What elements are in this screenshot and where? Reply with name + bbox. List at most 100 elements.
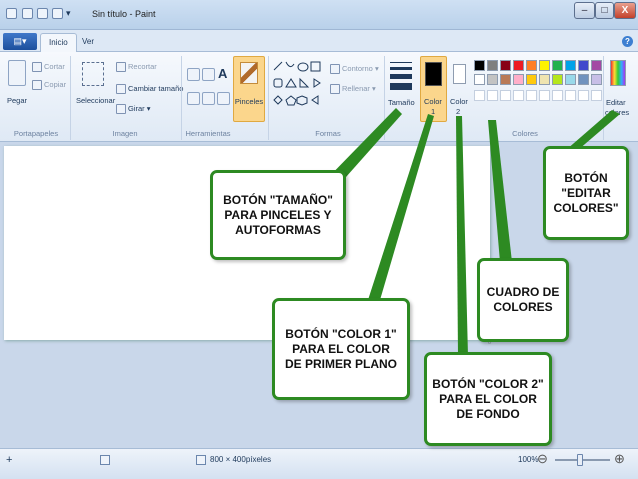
- group-label-formas: Formas: [315, 129, 341, 138]
- color-swatch[interactable]: [552, 60, 563, 71]
- custom-color-slot[interactable]: [539, 90, 550, 101]
- scissors-icon: [32, 62, 42, 73]
- color-swatch[interactable]: [487, 74, 498, 85]
- crop-button[interactable]: Recortar: [116, 62, 157, 73]
- edit-colors-label-line1[interactable]: Editar: [606, 98, 626, 107]
- tab-inicio[interactable]: Inicio: [40, 33, 77, 52]
- group-label-portapapeles: Portapapeles: [13, 129, 59, 138]
- resize-label: Cambiar tamaño: [128, 84, 184, 93]
- select-button[interactable]: Seleccionar: [76, 96, 115, 105]
- rotate-button[interactable]: Girar ▾: [116, 104, 151, 115]
- undo-icon[interactable]: [37, 8, 48, 19]
- ribbon-separator: [268, 56, 269, 140]
- color-swatch[interactable]: [487, 60, 498, 71]
- custom-color-slot[interactable]: [500, 90, 511, 101]
- paint-app-icon[interactable]: [6, 8, 17, 19]
- save-icon[interactable]: [22, 8, 33, 19]
- color-swatch[interactable]: [500, 74, 511, 85]
- color-swatch[interactable]: [591, 74, 602, 85]
- shapes-gallery[interactable]: [272, 60, 322, 114]
- redo-icon[interactable]: [52, 8, 63, 19]
- callout-color1: BOTÓN "COLOR 1" PARA EL COLOR DE PRIMER …: [272, 298, 410, 400]
- zoom-out-button[interactable]: ⊖: [537, 451, 548, 467]
- color-swatch[interactable]: [591, 60, 602, 71]
- color-swatch[interactable]: [500, 60, 511, 71]
- magnifier-icon[interactable]: [217, 92, 230, 105]
- callout-line: BOTÓN "TAMAÑO": [223, 192, 333, 207]
- color-swatch[interactable]: [526, 60, 537, 71]
- custom-color-slot[interactable]: [487, 90, 498, 101]
- callout-line: BOTÓN "COLOR 2": [432, 376, 544, 391]
- resize-icon: [116, 84, 126, 95]
- color-swatch[interactable]: [474, 74, 485, 85]
- color-swatch[interactable]: [539, 60, 550, 71]
- tab-ver[interactable]: Ver: [74, 33, 102, 52]
- callout-color-box: CUADRO DE COLORES: [477, 258, 569, 342]
- size-button[interactable]: Tamaño: [388, 98, 415, 107]
- copy-button[interactable]: Copiar: [32, 80, 67, 91]
- custom-color-slot[interactable]: [474, 90, 485, 101]
- fill-shape-button[interactable]: Rellenar ▾: [330, 84, 376, 95]
- color2-label-line1[interactable]: Color: [450, 97, 468, 106]
- close-button[interactable]: X: [614, 2, 636, 19]
- outline-icon: [330, 64, 340, 75]
- color-picker-icon[interactable]: [202, 92, 215, 105]
- color-swatch[interactable]: [578, 60, 589, 71]
- resize-button[interactable]: Cambiar tamaño: [116, 84, 184, 95]
- select-icon: [82, 62, 104, 86]
- color-swatch[interactable]: [513, 74, 524, 85]
- cut-label: Cortar: [44, 62, 65, 71]
- outline-label: Contorno: [342, 64, 373, 73]
- zoom-slider-thumb[interactable]: [577, 454, 583, 466]
- callout-line: BOTÓN "COLOR 1": [285, 326, 397, 341]
- color-swatch[interactable]: [565, 60, 576, 71]
- callout-size-button: BOTÓN "TAMAÑO" PARA PINCELES Y AUTOFORMA…: [210, 170, 346, 260]
- callout-line: AUTOFORMAS: [235, 222, 321, 237]
- help-icon[interactable]: ?: [622, 36, 633, 47]
- custom-color-slot[interactable]: [552, 90, 563, 101]
- paint-menu-button[interactable]: ▤▾: [3, 33, 37, 50]
- callout-line: PARA EL COLOR: [439, 391, 537, 406]
- customize-toolbar-chevron-icon[interactable]: ▾: [66, 8, 71, 19]
- ribbon-separator: [181, 56, 182, 140]
- custom-color-slot[interactable]: [565, 90, 576, 101]
- outline-button[interactable]: Contorno ▾: [330, 64, 379, 75]
- color-swatch[interactable]: [565, 74, 576, 85]
- eraser-icon[interactable]: [187, 92, 200, 105]
- color-swatch[interactable]: [474, 60, 485, 71]
- fill-shape-label: Rellenar: [342, 84, 370, 93]
- color-swatch[interactable]: [578, 74, 589, 85]
- brush-icon: [240, 62, 258, 84]
- crop-icon: [116, 62, 126, 73]
- minimize-button[interactable]: –: [574, 2, 595, 19]
- text-tool-icon[interactable]: A: [218, 66, 227, 81]
- callout-line: "EDITAR: [561, 185, 611, 200]
- callout-line: BOTÓN: [564, 170, 608, 185]
- edit-colors-icon[interactable]: [610, 60, 626, 86]
- maximize-button[interactable]: □: [595, 2, 614, 19]
- color1-label-line2: 1: [431, 107, 436, 116]
- custom-color-slot[interactable]: [513, 90, 524, 101]
- selection-size-icon: [100, 455, 110, 465]
- custom-color-slot[interactable]: [591, 90, 602, 101]
- custom-color-slot[interactable]: [578, 90, 589, 101]
- callout-size-text: BOTÓN "TAMAÑO" PARA PINCELES Y AUTOFORMA…: [223, 193, 333, 238]
- color2-swatch[interactable]: [453, 64, 466, 84]
- fill-icon[interactable]: [202, 68, 215, 81]
- copy-icon: [32, 80, 42, 91]
- zoom-in-button[interactable]: ⊕: [614, 451, 625, 467]
- cut-button[interactable]: Cortar: [32, 62, 65, 73]
- color-swatch[interactable]: [539, 74, 550, 85]
- callout-line: DE PRIMER PLANO: [284, 356, 397, 371]
- custom-color-slot[interactable]: [526, 90, 537, 101]
- callout-line: COLORES": [553, 200, 619, 215]
- color-swatch[interactable]: [526, 74, 537, 85]
- paste-button[interactable]: Pegar: [7, 96, 27, 105]
- color-swatch[interactable]: [552, 74, 563, 85]
- menu-icon: ▤: [13, 36, 22, 46]
- pencil-icon[interactable]: [187, 68, 200, 81]
- copy-label: Copiar: [44, 80, 67, 89]
- callout-line: COLORES: [493, 300, 553, 314]
- color-swatch[interactable]: [513, 60, 524, 71]
- callout-line: PARA EL COLOR: [292, 341, 390, 356]
